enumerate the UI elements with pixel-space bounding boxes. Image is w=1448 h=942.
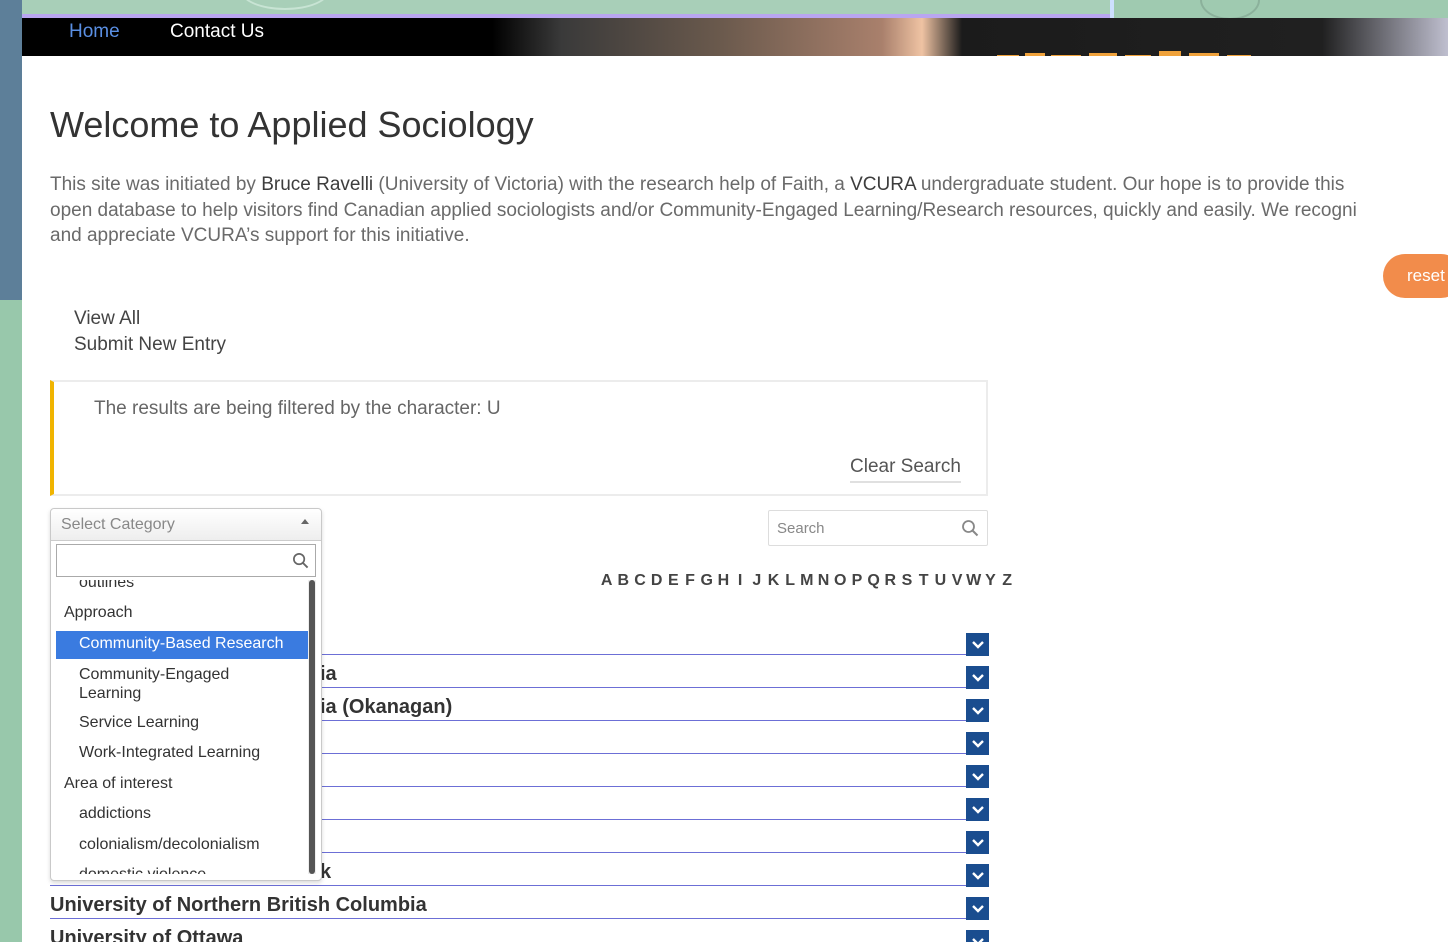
- search-box: [768, 510, 988, 546]
- reset-button[interactable]: reset: [1383, 254, 1448, 298]
- intro-text: (University of Victoria) with the resear…: [373, 174, 851, 195]
- entry-links: View All Submit New Entry: [74, 306, 226, 358]
- alphabet-letter-m[interactable]: M: [799, 572, 814, 590]
- alphabet-letter-t[interactable]: T: [916, 572, 931, 590]
- category-search-box: [56, 544, 316, 577]
- dropdown-option[interactable]: Community-Engaged Learning: [56, 661, 308, 705]
- result-row-label: University of Ottawa: [50, 927, 244, 942]
- intro-paragraph: This site was initiated by Bruce Ravelli…: [50, 172, 1448, 249]
- dropdown-option[interactable]: colonialism/decolonialism: [56, 832, 308, 858]
- alphabet-letter-e[interactable]: E: [666, 572, 681, 590]
- alphabet-letter-g[interactable]: G: [699, 572, 714, 590]
- dropdown-scrollbar-thumb[interactable]: [309, 580, 315, 874]
- dropdown-option[interactable]: addictions: [56, 801, 308, 827]
- alphabet-letter-z[interactable]: Z: [1000, 572, 1015, 590]
- alphabet-letter-l[interactable]: L: [783, 572, 798, 590]
- dropdown-option[interactable]: outlines: [56, 580, 308, 592]
- result-row-label: ia (Okanagan): [320, 696, 453, 718]
- search-input[interactable]: [769, 511, 953, 545]
- alphabet-letter-f[interactable]: F: [682, 572, 697, 590]
- alphabet-letter-k[interactable]: K: [766, 572, 781, 590]
- chevron-down-icon[interactable]: [966, 699, 989, 722]
- category-select-placeholder: Select Category: [61, 516, 175, 533]
- page-title: Welcome to Applied Sociology: [50, 104, 534, 145]
- intro-author: Bruce Ravelli: [261, 174, 374, 195]
- alphabet-letter-v[interactable]: V: [949, 572, 964, 590]
- filter-message: The results are being filtered by the ch…: [94, 398, 501, 419]
- alphabet-letter-q[interactable]: Q: [866, 572, 881, 590]
- view-all-link[interactable]: View All: [74, 306, 226, 332]
- chevron-down-icon[interactable]: [966, 732, 989, 755]
- alphabet-letter-j[interactable]: J: [749, 572, 764, 590]
- result-row[interactable]: University of Northern British Columbia: [50, 894, 989, 920]
- result-row-label: ia: [320, 663, 337, 685]
- intro-text: undergraduate student. Our hope is to pr…: [915, 174, 1345, 195]
- alphabet-letter-p[interactable]: P: [849, 572, 864, 590]
- banner-image: [977, 36, 1257, 56]
- nav-contact-link[interactable]: Contact Us: [170, 21, 264, 43]
- alphabet-filter: ABCDEFGHIJKLMNOPQRSTUVWYZ: [599, 572, 1015, 590]
- banner-lettering: [997, 51, 1251, 56]
- search-icon: [293, 553, 309, 569]
- intro-text: This site was initiated by: [50, 174, 262, 195]
- chevron-down-icon[interactable]: [966, 666, 989, 689]
- alphabet-letter-c[interactable]: C: [632, 572, 647, 590]
- dropdown-option[interactable]: Service Learning: [56, 710, 308, 736]
- alphabet-letter-o[interactable]: O: [833, 572, 848, 590]
- submit-entry-link[interactable]: Submit New Entry: [74, 332, 226, 358]
- alphabet-letter-i[interactable]: I: [733, 572, 748, 590]
- intro-line: and appreciate VCURA’s support for this …: [50, 225, 470, 246]
- alphabet-letter-h[interactable]: H: [716, 572, 731, 590]
- alphabet-letter-d[interactable]: D: [649, 572, 664, 590]
- background-left-panel: [0, 300, 22, 942]
- dropdown-group-label: Area of interest: [64, 775, 173, 792]
- intro-line: open database to help visitors find Cana…: [50, 199, 1357, 221]
- alphabet-letter-n[interactable]: N: [816, 572, 831, 590]
- chevron-down-icon[interactable]: [966, 633, 989, 656]
- alphabet-letter-r[interactable]: R: [883, 572, 898, 590]
- intro-line: This site was initiated by Bruce Ravelli…: [50, 172, 1448, 198]
- category-select[interactable]: Select Category outlines Approach Communit…: [50, 508, 322, 881]
- top-navigation: Home Contact Us: [22, 18, 1448, 56]
- category-search-input[interactable]: [57, 545, 287, 576]
- chevron-down-icon[interactable]: [966, 765, 989, 788]
- alphabet-letter-s[interactable]: S: [899, 572, 914, 590]
- alphabet-letter-b[interactable]: B: [616, 572, 631, 590]
- caret-up-icon: [301, 519, 309, 524]
- chevron-down-icon[interactable]: [966, 831, 989, 854]
- alphabet-letter-w[interactable]: W: [966, 572, 981, 590]
- chevron-down-icon[interactable]: [966, 930, 989, 942]
- search-icon[interactable]: [961, 519, 979, 537]
- alphabet-letter-u[interactable]: U: [933, 572, 948, 590]
- dropdown-option[interactable]: Community-Based Research: [56, 631, 308, 659]
- filter-notice: The results are being filtered by the ch…: [50, 380, 988, 496]
- category-options-list: outlines Approach Community-Based Research…: [56, 580, 308, 874]
- chevron-down-icon[interactable]: [966, 864, 989, 887]
- background-top-right: [1110, 0, 1448, 20]
- result-row[interactable]: University of Ottawa: [50, 927, 989, 942]
- alphabet-letter-a[interactable]: A: [599, 572, 614, 590]
- intro-org: VCURA: [850, 174, 916, 195]
- chevron-down-icon[interactable]: [966, 897, 989, 920]
- background-left-panel: [0, 0, 22, 320]
- nav-home-link[interactable]: Home: [69, 21, 120, 43]
- alphabet-letter-y[interactable]: Y: [983, 572, 998, 590]
- dropdown-option[interactable]: Work-Integrated Learning: [56, 740, 308, 766]
- category-select-header[interactable]: Select Category: [51, 509, 321, 541]
- dropdown-option[interactable]: domestic violence: [56, 862, 308, 874]
- main-content: Welcome to Applied Sociology This site w…: [22, 56, 1448, 942]
- dropdown-group-label: Approach: [64, 604, 133, 621]
- chevron-down-icon[interactable]: [966, 798, 989, 821]
- result-row-label: University of Northern British Columbia: [50, 894, 427, 916]
- clear-search-button[interactable]: Clear Search: [850, 456, 961, 483]
